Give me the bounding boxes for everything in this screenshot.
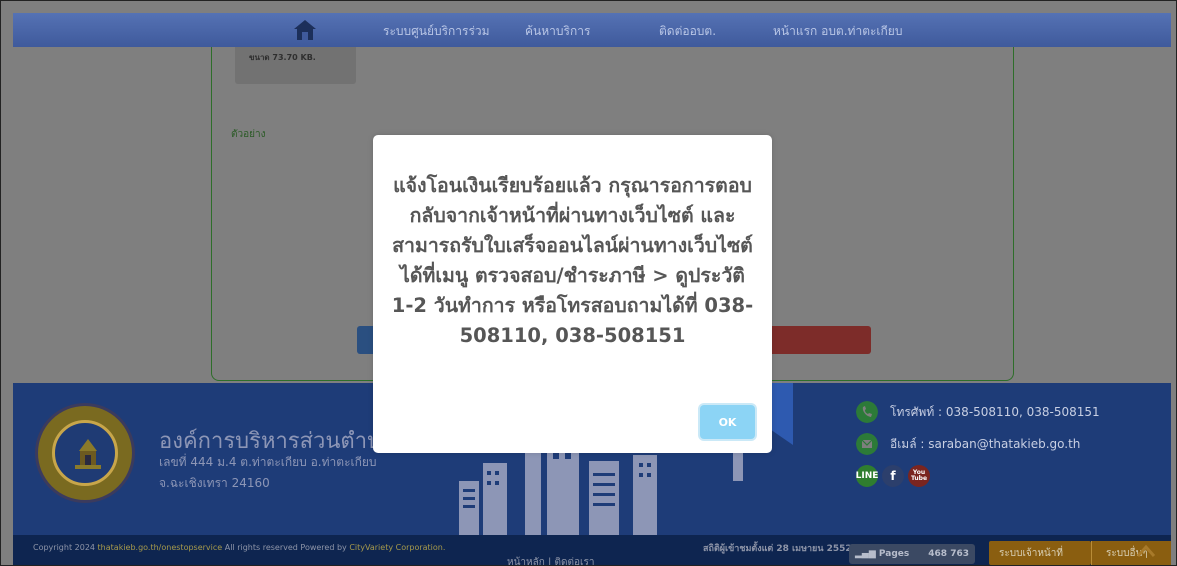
phone-icon (856, 401, 878, 423)
counter-label: ▂▄▆ Pages (855, 549, 910, 559)
cancel-button-background[interactable] (770, 326, 871, 354)
alert-dialog: แจ้งโอนเงินเรียบร้อยแล้ว กรุณารอการตอบกล… (373, 135, 772, 453)
copyright-prefix: Copyright 2024 (33, 543, 98, 552)
seal-center (52, 420, 118, 486)
copyright-notice: Copyright 2024 thatakieb.go.th/onestopse… (33, 543, 445, 552)
file-size-label: ขนาด 73.70 KB. (249, 53, 316, 62)
phone-text[interactable]: โทรศัพท์ : 038-508110, 038-508151 (890, 403, 1100, 422)
line-icon[interactable]: LINE (856, 465, 878, 487)
alert-message: แจ้งโอนเงินเรียบร้อยแล้ว กรุณารอการตอบกล… (391, 174, 754, 347)
copyright-middle: All rights reserved Powered by (222, 543, 350, 552)
nav-item-contact[interactable]: ติดต่ออบต. (659, 22, 716, 41)
organization-seal (35, 403, 135, 503)
example-label: ตัวอย่าง (231, 129, 266, 140)
ok-button[interactable]: OK (700, 405, 755, 439)
bottom-links[interactable]: หน้าหลัก | ติดต่อเรา (507, 555, 594, 565)
nav-item-homepage[interactable]: หน้าแรก อบต.ท่าตะเกียบ (773, 22, 902, 41)
email-row: อีเมล์ : saraban@thatakieb.go.th (856, 433, 1080, 455)
home-icon[interactable] (293, 19, 317, 41)
other-systems-button[interactable]: ระบบอื่นๆ (1091, 541, 1171, 565)
social-links: LINE f You Tube (856, 465, 930, 487)
nav-item-search-service[interactable]: ค้นหาบริการ (525, 22, 590, 41)
youtube-icon[interactable]: You Tube (908, 465, 930, 487)
copyright-site-link[interactable]: thatakieb.go.th/onestopservice (98, 543, 223, 552)
temple-icon (75, 439, 101, 469)
facebook-icon[interactable]: f (882, 465, 904, 487)
organization-province: จ.ฉะเชิงเทรา 24160 (159, 476, 270, 490)
email-icon (856, 433, 878, 455)
top-navigation: ระบบศูนย์บริการร่วม ค้นหาบริการ ติดต่ออบ… (13, 13, 1171, 47)
bottom-bar: Copyright 2024 thatakieb.go.th/onestopse… (13, 535, 1171, 565)
phone-row: โทรศัพท์ : 038-508110, 038-508151 (856, 401, 1100, 423)
visitor-stats-label: สถิติผู้เข้าชมตั้งแต่ 28 เมษายน 2552 (703, 544, 852, 554)
organization-address: เลขที่ 444 ม.4 ต.ท่าตะเกียบ อ.ท่าตะเกียบ (159, 455, 377, 469)
counter-value: 468 763 (928, 549, 969, 559)
city-skyline-illustration (459, 443, 743, 535)
copyright-company-link[interactable]: CityVariety Corporation. (349, 543, 445, 552)
staff-system-button[interactable]: ระบบเจ้าหน้าที่ (989, 541, 1091, 565)
browser-viewport: ระบบศูนย์บริการร่วม ค้นหาบริการ ติดต่ออบ… (0, 0, 1177, 566)
visitor-counter: ▂▄▆ Pages 468 763 (849, 544, 975, 564)
scroll-top-icon[interactable] (1136, 542, 1156, 560)
nav-item-joint-service[interactable]: ระบบศูนย์บริการร่วม (383, 22, 490, 41)
email-text[interactable]: อีเมล์ : saraban@thatakieb.go.th (890, 435, 1080, 454)
